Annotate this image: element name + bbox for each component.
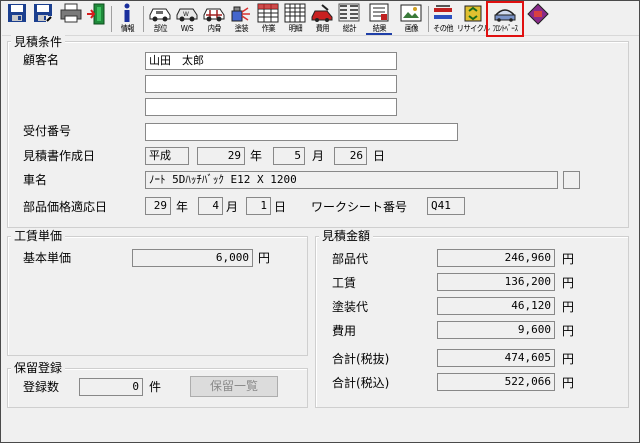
amount-yen: 円 bbox=[562, 352, 575, 366]
customer-line3-field[interactable] bbox=[145, 98, 397, 116]
estimate-conditions-title: 見積条件 bbox=[11, 35, 66, 49]
receipt-number-field[interactable] bbox=[145, 123, 458, 141]
save-icon[interactable] bbox=[6, 3, 28, 35]
toolbar-separator bbox=[428, 6, 429, 32]
created-day-field[interactable]: 26 bbox=[334, 147, 367, 165]
base-rate-yen: 円 bbox=[258, 251, 271, 265]
hold-count-field[interactable]: 0 bbox=[79, 378, 143, 396]
created-year-field[interactable]: 29 bbox=[197, 147, 245, 165]
info-icon[interactable]: 情報 bbox=[115, 3, 139, 35]
price-year-field[interactable]: 29 bbox=[145, 197, 171, 215]
price-day-unit: 日 bbox=[274, 200, 287, 214]
hold-count-unit: 件 bbox=[149, 380, 162, 394]
estimate-amount-title: 見積金額 bbox=[319, 229, 374, 243]
receipt-number-label: 受付番号 bbox=[23, 124, 72, 138]
price-month-field[interactable]: 4 bbox=[198, 197, 223, 215]
cost-car-icon[interactable]: 費用 bbox=[309, 3, 335, 35]
parts-cost-field: 246,960 bbox=[437, 249, 555, 267]
image-icon[interactable]: 画像 bbox=[397, 3, 425, 35]
amount-yen: 円 bbox=[562, 376, 575, 390]
worksheet-icon[interactable]: W W/S bbox=[174, 3, 200, 35]
paint-cost-field: 46,120 bbox=[437, 297, 555, 315]
parts-position-icon[interactable]: 部位 bbox=[147, 3, 173, 35]
estimate-window: 情報 部位 W W/S 内骨 塗装 作業 明細 費用 総計 結果 画像 その他 … bbox=[0, 0, 640, 443]
month-unit: 月 bbox=[312, 149, 325, 163]
detail-grid-icon[interactable]: 明細 bbox=[282, 3, 308, 35]
price-month-unit: 月 bbox=[226, 200, 239, 214]
paint-spray-icon[interactable]: 塗装 bbox=[228, 3, 254, 35]
other-tools-icon[interactable]: その他 bbox=[430, 3, 456, 35]
worksheet-number-field[interactable]: Q41 bbox=[427, 197, 465, 215]
labor-rate-title: 工賃単価 bbox=[11, 229, 66, 243]
amount-yen: 円 bbox=[562, 252, 575, 266]
work-grid-icon[interactable]: 作業 bbox=[255, 3, 281, 35]
result-icon[interactable]: 結果 bbox=[366, 3, 392, 35]
amount-row-label: 費用 bbox=[332, 324, 357, 338]
customer-line2-field[interactable] bbox=[145, 75, 397, 93]
toolbar-separator bbox=[143, 6, 144, 32]
price-day-field[interactable]: 1 bbox=[246, 197, 271, 215]
total-excl-tax-field: 474,605 bbox=[437, 349, 555, 367]
frame-icon[interactable]: 内骨 bbox=[201, 3, 227, 35]
amount-row-label: 合計(税込) bbox=[332, 376, 390, 390]
car-name-field[interactable]: ﾉｰﾄ 5Dﾊｯﾁﾊﾞｯｸ E12 X 1200 bbox=[145, 171, 558, 189]
car-name-label: 車名 bbox=[23, 173, 48, 187]
total-incl-tax-field: 522,066 bbox=[437, 373, 555, 391]
base-rate-label: 基本単価 bbox=[23, 251, 72, 265]
labor-cost-field: 136,200 bbox=[437, 273, 555, 291]
day-unit: 日 bbox=[373, 149, 386, 163]
amount-row-label: 塗装代 bbox=[332, 300, 369, 314]
created-date-label: 見積書作成日 bbox=[23, 149, 96, 163]
price-date-label: 部品価格適応日 bbox=[23, 200, 108, 214]
era-field[interactable]: 平成 bbox=[145, 147, 189, 165]
front-base-icon[interactable]: ﾌﾛﾝﾄﾍﾞｰｽ bbox=[486, 1, 524, 37]
base-rate-field[interactable]: 6,000 bbox=[132, 249, 253, 267]
worksheet-number-label: ワークシート番号 bbox=[311, 200, 408, 214]
car-select-button[interactable] bbox=[563, 171, 580, 189]
amount-yen: 円 bbox=[562, 276, 575, 290]
expense-field: 9,600 bbox=[437, 321, 555, 339]
amount-yen: 円 bbox=[562, 300, 575, 314]
save-as-icon[interactable] bbox=[32, 3, 54, 35]
print-icon[interactable] bbox=[59, 3, 83, 35]
amount-row-label: 合計(税抜) bbox=[332, 352, 390, 366]
created-month-field[interactable]: 5 bbox=[273, 147, 305, 165]
recycle-icon[interactable]: リサイクル bbox=[457, 3, 490, 35]
hold-registration-title: 保留登録 bbox=[11, 361, 66, 375]
amount-yen: 円 bbox=[562, 324, 575, 338]
price-year-unit: 年 bbox=[176, 200, 189, 214]
customer-name-field[interactable]: 山田 太郎 bbox=[145, 52, 397, 70]
year-unit: 年 bbox=[250, 149, 263, 163]
toolbar-separator bbox=[111, 6, 112, 32]
book-icon[interactable] bbox=[525, 3, 551, 35]
total-table-icon[interactable]: 総計 bbox=[336, 3, 362, 35]
exit-door-icon[interactable] bbox=[85, 3, 107, 35]
toolbar: 情報 部位 W W/S 内骨 塗装 作業 明細 費用 総計 結果 画像 その他 … bbox=[2, 1, 639, 37]
hold-list-button[interactable]: 保留一覧 bbox=[190, 376, 278, 397]
amount-row-label: 工賃 bbox=[332, 276, 357, 290]
hold-count-label: 登録数 bbox=[23, 380, 60, 394]
svg-text:W: W bbox=[183, 11, 189, 18]
customer-name-label: 顧客名 bbox=[23, 53, 60, 67]
amount-row-label: 部品代 bbox=[332, 252, 369, 266]
